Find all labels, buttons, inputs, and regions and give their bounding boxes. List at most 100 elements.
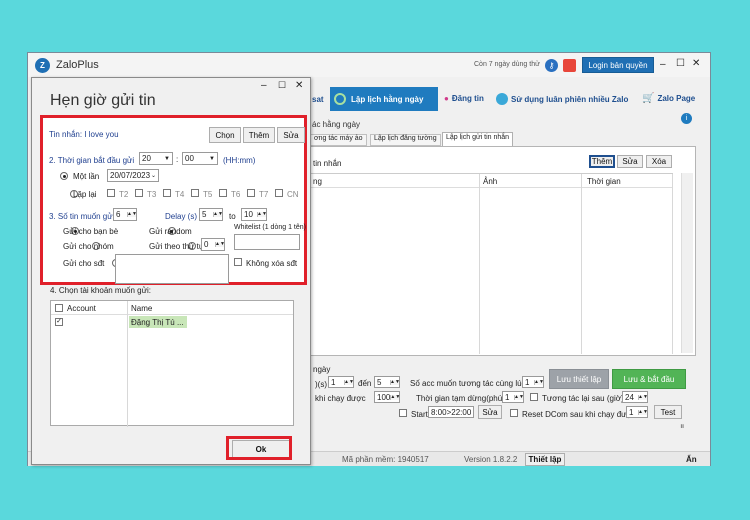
panel-edit-button[interactable]: Sửa [617,155,643,168]
close-icon[interactable]: ✕ [692,58,700,69]
delay-from-input[interactable]: 5 ▲▼ [199,208,223,221]
acc-concurrent-input[interactable]: 1 ▲▼ [522,376,544,388]
panel-add-button[interactable]: Thêm [589,155,615,168]
minute-select[interactable]: 00 ▼ [182,152,218,165]
ok-highlight [226,436,292,460]
save-start-button[interactable]: Lưu & bắt đầu [612,369,686,389]
delay-to-input[interactable]: 10 ▲▼ [241,208,267,221]
select-all-checkbox[interactable] [55,304,63,312]
dialog-title: Hẹn giờ gửi tin [50,92,156,109]
choose-button[interactable]: Chọn [209,127,241,143]
whitelist-input[interactable] [234,234,300,250]
repeat-input[interactable]: 24 ▲▼ [622,391,648,403]
once-label: Một lần [73,172,100,181]
tab-panel: tin nhắn Thêm Sửa Xóa ng Ảnh Thời gian [310,146,696,356]
col-header-account[interactable]: Account [67,304,96,313]
count-input[interactable]: 6 ▲▼ [113,208,137,221]
phone-list-input[interactable] [115,254,229,284]
tab-message-schedule[interactable]: Lập lịch gửi tin nhắn [442,132,514,146]
table-row[interactable]: ✓ Đặng Thị Tú ... [51,316,293,328]
send-group-label: Gửi cho nhóm [63,242,114,251]
zaloplus-logo-icon: Z [35,58,50,73]
reset-dcom-input[interactable]: 1 ▲▼ [626,406,648,418]
bottom-to-input[interactable]: 5 ▲▼ [374,376,400,388]
day-label-t3: T3 [147,190,157,199]
machine-code: Mã phần mềm: 1940517 [342,455,429,464]
date-picker[interactable]: 20/07/2023 ⌄ [107,169,159,182]
day-checkbox-t3[interactable] [135,189,143,197]
hour-select[interactable]: 20 ▼ [139,152,173,165]
message-form-panel: Tin nhắn: I love you Chọn Thêm Sửa 2. Th… [40,115,307,285]
nav-item-rotate-zalo[interactable]: Sử dụng luân phiên nhiều Zalo [496,93,628,105]
account-table-header: Account Name [51,301,293,315]
team-icon [496,93,508,105]
repeat-checkbox[interactable] [530,393,538,401]
edit-message-button[interactable]: Sửa [277,127,305,143]
whitelist-label: Whitelist (1 dòng 1 tên) [234,224,306,231]
main-title-bar: Z ZaloPlus Còn 7 ngày dùng thử ⚷ Login b… [28,53,710,77]
col-header-time[interactable]: Thời gian [587,177,621,186]
reset-dcom-checkbox[interactable] [510,409,518,417]
clock-icon [334,93,346,105]
col-header-content[interactable]: ng [313,177,322,186]
day-checkbox-t2[interactable] [107,189,115,197]
day-checkbox-t4[interactable] [163,189,171,197]
no-delete-phone-checkbox[interactable] [234,258,242,266]
col-divider [479,174,480,354]
version-text: Version 1.8.2.2 [464,455,518,464]
maximize-icon[interactable]: ☐ [676,58,685,69]
test-button[interactable]: Test [654,405,682,419]
delay-label: Delay (s) [165,212,198,221]
account-label: 4. Chọn tài khoản muốn gửi: [50,286,151,295]
login-license-button[interactable]: Login bản quyền [582,57,654,73]
dialog-minimize-icon[interactable]: – [261,80,267,91]
bottom-from-input[interactable]: 1 ▲▼ [328,376,354,388]
nav-item-post[interactable]: ● Đăng tin [444,94,484,103]
dialog-maximize-icon[interactable]: ☐ [278,80,286,91]
key-icon[interactable]: ⚷ [545,59,558,72]
dialog-close-icon[interactable]: ✕ [295,80,303,91]
day-checkbox-cn[interactable] [275,189,283,197]
add-message-button[interactable]: Thêm [243,127,275,143]
panel-label: tin nhắn [313,159,342,168]
col-header-image[interactable]: Ảnh [483,177,497,186]
pause-input[interactable]: 1 ▲▼ [502,391,524,403]
chevron-down-icon: ▼ [209,155,215,162]
account-checkbox[interactable]: ✓ [55,318,63,326]
panel-delete-button[interactable]: Xóa [646,155,672,168]
repeat-label: Tương tác lại sau (giờ) [542,394,624,403]
start-edit-button[interactable]: Sửa [478,405,502,419]
bottom-to-label: đến [358,379,372,388]
nav-item-zalo-page[interactable]: 🛒 Zalo Page [642,93,695,104]
day-label-cn: CN [287,190,299,199]
send-phone-label: Gửi cho sđt [63,259,105,268]
day-checkbox-t7[interactable] [247,189,255,197]
order-input[interactable]: 0 ▲▼ [201,238,225,251]
tab-post-schedule[interactable]: Lập lịch đăng tường [370,134,441,146]
tab-strip: ơng tác máy ảo Lập lịch đăng tường Lập l… [310,132,700,146]
time-separator: : [176,155,179,164]
record-icon[interactable] [563,59,576,72]
hide-button[interactable]: Ẩn [686,455,697,464]
section-title: ác hằng ngày [312,120,361,129]
nav-item-sat[interactable]: sat [312,95,324,104]
col-header-name[interactable]: Name [131,304,152,313]
info-icon[interactable]: i [681,113,692,124]
chevron-down-icon: ▼ [164,155,170,162]
vertical-scrollbar[interactable] [681,173,693,353]
start-label: Start [411,410,428,419]
once-radio[interactable] [60,172,68,180]
send-random-label: Gửi random [149,227,192,236]
pause-label: Thời gian tạm dừng(phút) [416,394,508,403]
bottom-when-input[interactable]: 100 ▲▼ [374,391,400,403]
tab-virtual-interact[interactable]: ơng tác máy ảo [310,134,367,146]
settings-button[interactable]: Thiết lập [525,453,565,466]
minimize-icon[interactable]: – [660,59,666,70]
repeat-label: Lặp lại [73,190,97,199]
start-time-input[interactable]: 8:00>22:00 [428,406,474,418]
save-settings-button[interactable]: Lưu thiết lập [549,369,609,389]
day-checkbox-t5[interactable] [191,189,199,197]
start-checkbox[interactable] [399,409,407,417]
day-checkbox-t6[interactable] [219,189,227,197]
nav-item-daily-schedule[interactable]: Lập lịch hằng ngày [330,87,438,111]
